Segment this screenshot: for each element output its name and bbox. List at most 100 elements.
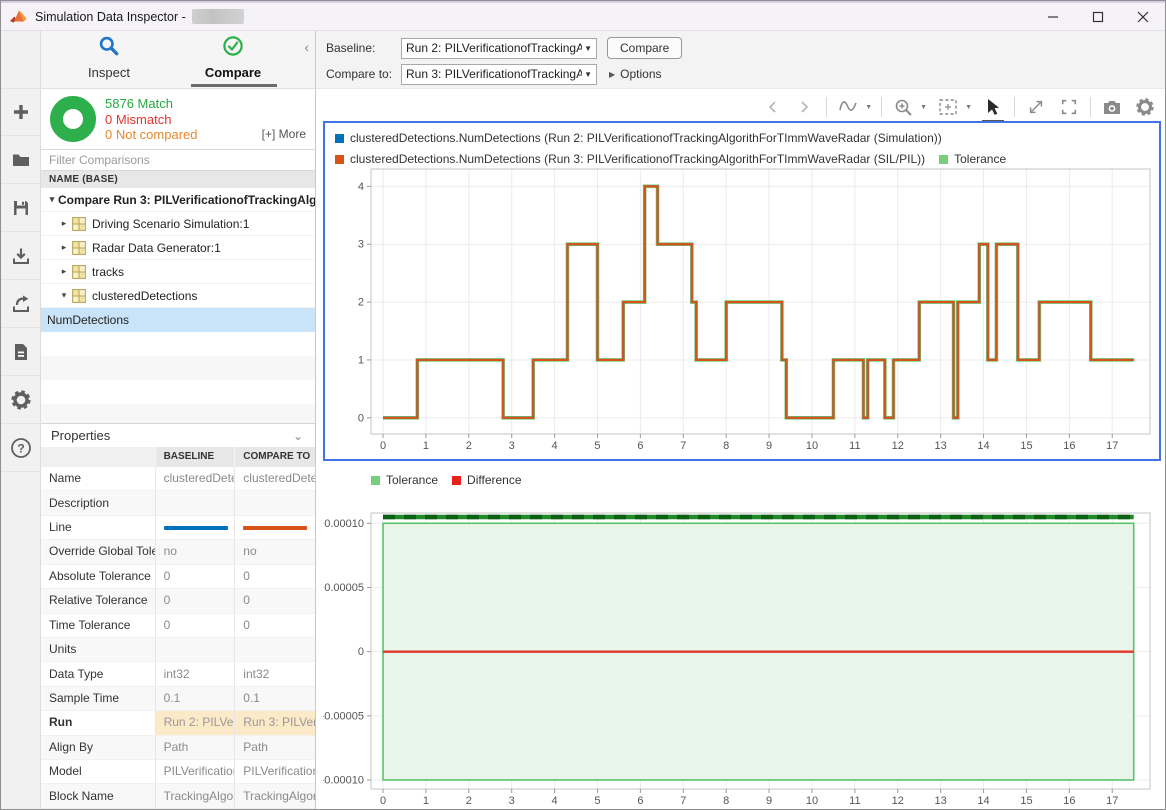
svg-text:2: 2 <box>466 795 472 807</box>
pointer-tool-button[interactable] <box>981 95 1005 119</box>
import-button[interactable] <box>1 232 41 280</box>
property-row-relative-tolerance[interactable]: Relative Tolerance00 <box>41 589 315 613</box>
svg-text:11: 11 <box>849 795 860 807</box>
property-label: Description <box>41 491 156 514</box>
compare-to-select[interactable]: Run 3: PILVerificationofTrackingAl ▼ <box>401 64 597 85</box>
report-icon <box>11 342 31 362</box>
redacted-title-text <box>192 9 244 24</box>
minimize-button[interactable] <box>1030 3 1075 30</box>
inspect-magnifier-icon <box>98 35 120 57</box>
svg-text:12: 12 <box>892 795 904 807</box>
toolbar-separator <box>881 97 882 117</box>
property-baseline-value: 0 <box>156 565 236 588</box>
window-title: Simulation Data Inspector - <box>35 10 186 24</box>
minimize-icon <box>1047 11 1059 23</box>
svg-text:5: 5 <box>594 795 600 807</box>
tree-item-label: Radar Data Generator:1 <box>92 241 221 255</box>
preferences-button[interactable] <box>1 376 41 424</box>
fit-to-view-button[interactable] <box>936 95 960 119</box>
caret-right-icon[interactable]: ▸ <box>58 242 70 253</box>
tree-item-label: clusteredDetections <box>92 289 197 303</box>
zoom-tool-dropdown[interactable]: ▼ <box>920 104 927 111</box>
tree-row-item[interactable]: ▾ clusteredDetections <box>41 284 315 308</box>
tab-compare[interactable]: Compare <box>178 35 288 87</box>
more-link[interactable]: [+] More <box>262 127 306 141</box>
create-report-button[interactable] <box>1 328 41 376</box>
tree-row-item[interactable]: ▸tracks <box>41 260 315 284</box>
legend-label-difference: Difference <box>467 473 521 487</box>
property-row-align-by[interactable]: Align ByPathPath <box>41 736 315 760</box>
property-row-block-name[interactable]: Block NameTrackingAlgoritTrackingAlgorit <box>41 784 315 808</box>
property-row-override-global-tole[interactable]: Override Global Tolenono <box>41 540 315 564</box>
tree-row-compare-run[interactable]: ▾ Compare Run 3: PILVerificationofTracki… <box>41 188 315 212</box>
property-row-sample-time[interactable]: Sample Time0.10.1 <box>41 687 315 711</box>
plot-settings-button[interactable] <box>1133 95 1157 119</box>
chevron-down-icon[interactable]: ⌄ <box>293 424 303 448</box>
difference-chart-legend: Tolerance Difference <box>371 471 522 489</box>
svg-text:4: 4 <box>552 440 558 452</box>
property-row-line[interactable]: Line <box>41 516 315 540</box>
baseline-compare-chart[interactable]: clusteredDetections.NumDetections (Run 2… <box>323 121 1161 461</box>
baseline-select[interactable]: Run 2: PILVerificationofTrackingAl ▼ <box>401 38 597 59</box>
titlebar: Simulation Data Inspector - <box>1 1 1165 31</box>
property-compare-value: clusteredDetec <box>235 467 315 490</box>
property-row-run[interactable]: RunRun 2: PILVerifRun 3: PILVerif <box>41 711 315 735</box>
help-button[interactable]: ? <box>1 424 41 472</box>
plot-panel: Baseline: Run 2: PILVerificationofTracki… <box>316 31 1165 809</box>
property-row-time-tolerance[interactable]: Time Tolerance00 <box>41 614 315 638</box>
collapse-panel-button[interactable]: ‹ <box>304 39 309 55</box>
property-compare-value: Run 3: PILVerif <box>235 711 315 734</box>
plus-icon <box>11 102 31 122</box>
save-session-button[interactable] <box>1 184 41 232</box>
close-button[interactable] <box>1120 3 1165 30</box>
caret-down-icon[interactable]: ▾ <box>46 194 58 205</box>
export-button[interactable] <box>1 280 41 328</box>
property-label: Time Tolerance <box>41 614 156 637</box>
nav-forward-button[interactable] <box>793 95 817 119</box>
property-row-name[interactable]: NameclusteredDetecclusteredDetec <box>41 467 315 491</box>
add-run-button[interactable] <box>1 88 41 136</box>
gear-icon <box>10 389 32 411</box>
property-row-description[interactable]: Description <box>41 491 315 515</box>
signal-style-button[interactable] <box>836 95 860 119</box>
tree-row-selected-signal[interactable]: NumDetections <box>41 308 315 332</box>
fit-view-dropdown[interactable]: ▼ <box>965 104 972 111</box>
signal-style-dropdown[interactable]: ▼ <box>865 104 872 111</box>
tab-inspect-label: Inspect <box>54 65 164 80</box>
compare-to-label: Compare to: <box>326 67 401 81</box>
property-row-model[interactable]: ModelPILVerificationoPILVerificationo <box>41 760 315 784</box>
tree-row-item[interactable]: ▸ Radar Data Generator:1 <box>41 236 315 260</box>
svg-text:8: 8 <box>723 440 729 452</box>
snapshot-button[interactable] <box>1100 95 1124 119</box>
properties-table: NameclusteredDetecclusteredDetecDescript… <box>41 467 315 809</box>
tree-row-item[interactable]: ▸Driving Scenario Simulation:1 <box>41 212 315 236</box>
property-row-absolute-tolerance[interactable]: Absolute Tolerance00 <box>41 565 315 589</box>
svg-text:-0.00010: -0.00010 <box>323 775 364 787</box>
filter-comparisons-input[interactable]: Filter Comparisons <box>41 149 315 171</box>
tab-inspect[interactable]: Inspect <box>54 35 164 87</box>
maximize-button[interactable] <box>1075 3 1120 30</box>
property-baseline-value: clusteredDetec <box>156 467 236 490</box>
zoom-tool-button[interactable] <box>891 95 915 119</box>
svg-text:10: 10 <box>806 795 818 807</box>
property-compare-value: 0 <box>235 589 315 612</box>
caret-right-icon[interactable]: ▸ <box>58 266 70 277</box>
caret-right-icon[interactable]: ▸ <box>58 218 70 229</box>
property-label: Name <box>41 467 156 490</box>
svg-text:7: 7 <box>680 795 686 807</box>
property-row-data-type[interactable]: Data Typeint32int32 <box>41 662 315 686</box>
difference-plot[interactable]: 012345678910111213141516170.000100.00005… <box>323 493 1160 809</box>
comparison-donut <box>50 96 96 142</box>
property-row-units[interactable]: Units <box>41 638 315 662</box>
caret-down-icon[interactable]: ▾ <box>58 290 70 301</box>
properties-header[interactable]: Properties ⌄ <box>41 423 315 447</box>
camera-icon <box>1102 98 1122 116</box>
options-toggle[interactable]: ▶ Options <box>609 67 662 81</box>
fullscreen-button[interactable] <box>1057 95 1081 119</box>
open-session-button[interactable] <box>1 136 41 184</box>
nav-back-button[interactable] <box>760 95 784 119</box>
expand-axes-button[interactable] <box>1024 95 1048 119</box>
property-baseline-value <box>156 516 236 539</box>
compare-button[interactable]: Compare <box>607 37 682 59</box>
empty-row <box>41 404 315 423</box>
